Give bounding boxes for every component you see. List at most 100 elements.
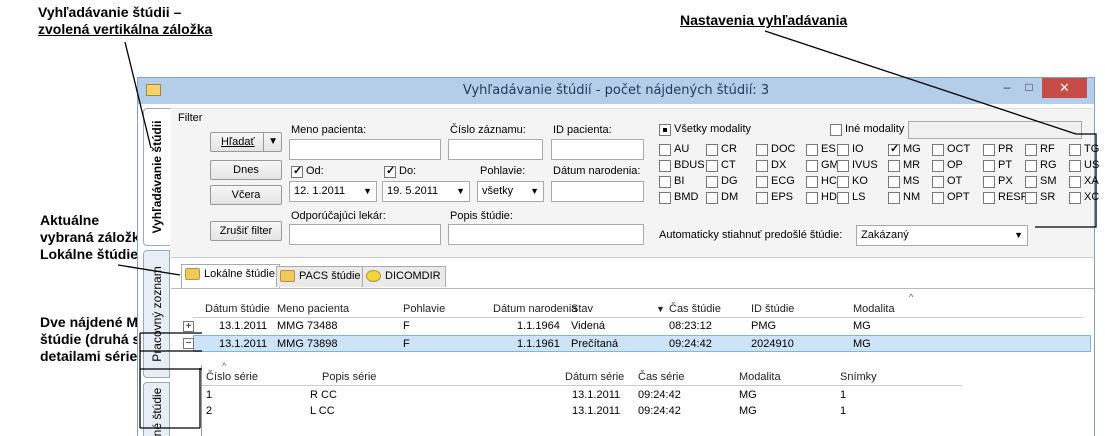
vtab-study-search[interactable]: Vyhľadávanie štúdii xyxy=(143,108,170,246)
modality-checkbox-xa[interactable] xyxy=(1069,176,1081,188)
maximize-button[interactable]: □ xyxy=(1018,78,1040,99)
modality-checkbox-ls[interactable] xyxy=(837,192,849,204)
modality-checkbox-xc[interactable] xyxy=(1069,192,1081,204)
vtab-worklist[interactable]: Pracovný zoznam xyxy=(143,250,170,378)
all-modalities-checkbox[interactable] xyxy=(659,124,671,136)
modality-checkbox-resp[interactable] xyxy=(983,192,995,204)
column-header[interactable]: Snímky xyxy=(840,369,877,385)
today-button[interactable]: Dnes xyxy=(210,160,282,180)
chevron-down-icon[interactable]: ▼ xyxy=(363,182,372,201)
modality-checkbox-ko[interactable] xyxy=(837,176,849,188)
modality-checkbox-nm[interactable] xyxy=(888,192,900,204)
chevron-down-icon[interactable]: ▼ xyxy=(263,133,278,151)
modality-checkbox-pt[interactable] xyxy=(983,160,995,172)
modality-checkbox-dx[interactable] xyxy=(756,160,768,172)
annotation-text: Vyhľadávanie štúdii – xyxy=(38,4,182,20)
column-header[interactable]: Čas série xyxy=(638,369,684,385)
table-header: Dátum štúdie Meno pacienta Pohlavie Dátu… xyxy=(193,301,1083,318)
search-button[interactable]: Hľadať ▼ xyxy=(210,132,282,152)
modality-checkbox-cr[interactable] xyxy=(706,144,718,156)
close-button[interactable]: ✕ xyxy=(1042,78,1087,98)
column-header[interactable]: Modalita xyxy=(853,301,895,317)
chevron-down-icon[interactable]: ▼ xyxy=(1014,226,1023,245)
modality-checkbox-es[interactable] xyxy=(806,144,818,156)
gender-label: Pohlavie: xyxy=(480,165,526,177)
tab-pacs-studies[interactable]: PACS štúdie xyxy=(276,266,366,287)
to-date-picker[interactable]: 19. 5.2011 ▼ xyxy=(382,181,470,202)
from-checkbox[interactable] xyxy=(291,164,303,178)
modality-checkbox-us[interactable] xyxy=(1069,160,1081,172)
column-header[interactable]: Popis série xyxy=(322,369,376,385)
other-modalities-checkbox[interactable] xyxy=(830,124,842,136)
minimize-button[interactable]: – xyxy=(996,78,1018,99)
modality-checkbox-dm[interactable] xyxy=(706,192,718,204)
series-row[interactable]: 1 R CC 13.1.2011 09:24:42 MG 1 xyxy=(202,387,962,404)
modality-checkbox-ecg[interactable] xyxy=(756,176,768,188)
study-desc-input[interactable] xyxy=(448,224,644,245)
auto-download-select[interactable]: Zakázaný ▼ xyxy=(856,225,1028,246)
column-header[interactable]: Čas štúdie xyxy=(669,301,721,317)
modality-checkbox-sm[interactable] xyxy=(1025,176,1037,188)
modality-checkbox-hd[interactable] xyxy=(806,192,818,204)
modality-checkbox-op[interactable] xyxy=(932,160,944,172)
column-header[interactable]: Číslo série xyxy=(206,369,258,385)
modality-checkbox-io[interactable] xyxy=(837,144,849,156)
series-row[interactable]: 2 L CC 13.1.2011 09:24:42 MG 1 xyxy=(202,403,962,420)
modality-checkbox-ot[interactable] xyxy=(932,176,944,188)
modality-checkbox-doc[interactable] xyxy=(756,144,768,156)
chevron-down-icon[interactable]: ▼ xyxy=(456,182,465,201)
chevron-down-icon[interactable]: ▼ xyxy=(530,182,539,201)
expand-icon[interactable]: + xyxy=(183,321,194,332)
modality-checkbox-px[interactable] xyxy=(983,176,995,188)
patient-name-input[interactable] xyxy=(289,139,441,160)
table-row-selected[interactable]: − 13.1.2011 MMG 73898 F 1.1.1961 Prečíta… xyxy=(183,335,1091,352)
record-number-input[interactable] xyxy=(448,139,543,160)
column-header[interactable]: Meno pacienta xyxy=(277,301,349,317)
modality-label: EPS xyxy=(771,191,794,203)
search-button-label: Hľadať xyxy=(221,136,255,148)
tab-local-studies[interactable]: Lokálne štúdie xyxy=(181,264,280,288)
gender-select[interactable]: všetky ▼ xyxy=(477,181,544,202)
column-header[interactable]: Modalita xyxy=(739,369,781,385)
table-row[interactable]: + 13.1.2011 MMG 73488 F 1.1.1964 Videná … xyxy=(183,318,1083,335)
column-header[interactable]: Dátum štúdie xyxy=(205,301,270,317)
modality-checkbox-rf[interactable] xyxy=(1025,144,1037,156)
column-header[interactable]: Dátum narodenia xyxy=(493,301,577,317)
modality-checkbox-au[interactable] xyxy=(659,144,671,156)
modality-checkbox-gm[interactable] xyxy=(806,160,818,172)
tab-dicomdir[interactable]: DICOMDIR xyxy=(362,266,446,287)
from-date-picker[interactable]: 12. 1.2011 ▼ xyxy=(289,181,377,202)
modality-label: TG xyxy=(1084,143,1100,155)
modality-checkbox-bi[interactable] xyxy=(659,176,671,188)
modality-checkbox-oct[interactable] xyxy=(932,144,944,156)
modality-checkbox-bdus[interactable] xyxy=(659,160,671,172)
modality-checkbox-ct[interactable] xyxy=(706,160,718,172)
to-checkbox[interactable] xyxy=(384,164,396,178)
yesterday-button[interactable]: Včera xyxy=(210,185,282,205)
modality-checkbox-eps[interactable] xyxy=(756,192,768,204)
column-header[interactable]: Dátum série xyxy=(565,369,624,385)
modality-checkbox-ivus[interactable] xyxy=(837,160,849,172)
modality-label: PR xyxy=(998,143,1014,155)
modality-checkbox-mr[interactable] xyxy=(888,160,900,172)
modality-checkbox-ms[interactable] xyxy=(888,176,900,188)
modality-checkbox-mg[interactable] xyxy=(888,142,900,156)
modality-checkbox-bmd[interactable] xyxy=(659,192,671,204)
modality-checkbox-tg[interactable] xyxy=(1069,144,1081,156)
column-header[interactable]: Stav xyxy=(571,301,593,317)
modality-checkbox-dg[interactable] xyxy=(706,176,718,188)
vtab-other-studies[interactable]: né štúdie xyxy=(143,382,170,436)
column-header[interactable]: ID štúdie xyxy=(751,301,794,317)
modality-checkbox-sr[interactable] xyxy=(1025,192,1037,204)
birth-date-input[interactable] xyxy=(551,181,644,202)
modality-checkbox-opt[interactable] xyxy=(932,192,944,204)
patient-id-input[interactable] xyxy=(551,139,644,160)
collapse-icon[interactable]: − xyxy=(183,338,194,349)
referring-input[interactable] xyxy=(289,224,441,245)
modality-checkbox-pr[interactable] xyxy=(983,144,995,156)
modality-checkbox-rg[interactable] xyxy=(1025,160,1037,172)
column-header[interactable]: Pohlavie xyxy=(403,301,445,317)
modality-checkbox-hc[interactable] xyxy=(806,176,818,188)
other-modalities-input[interactable] xyxy=(908,121,1082,139)
clear-filter-button[interactable]: Zrušiť filter xyxy=(210,221,282,241)
